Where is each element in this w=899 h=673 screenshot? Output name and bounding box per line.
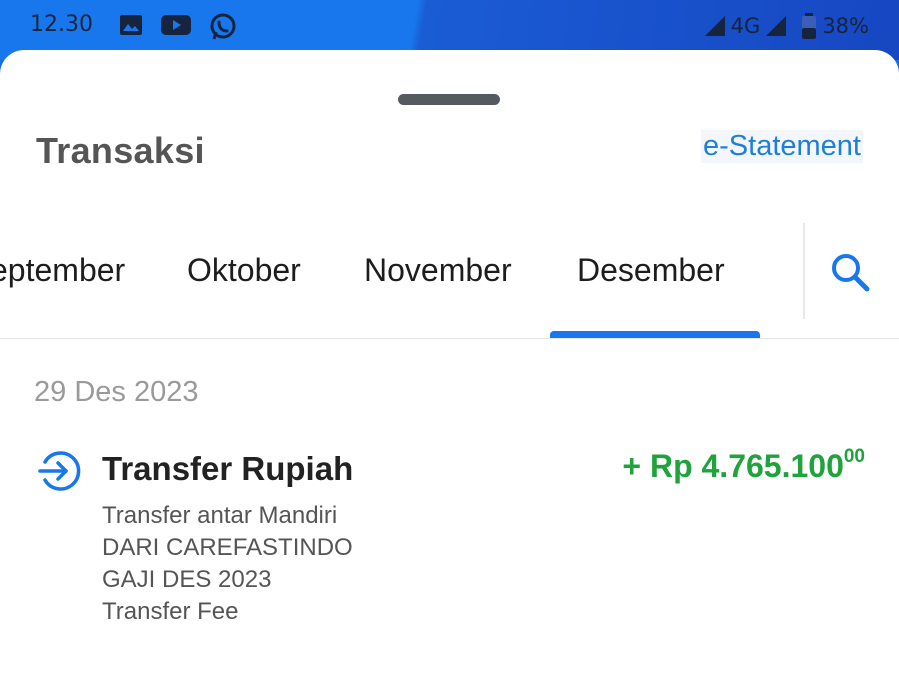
estatement-link[interactable]: e-Statement	[701, 130, 863, 163]
tabs-divider	[803, 223, 805, 319]
youtube-icon	[161, 15, 191, 35]
transaction-amount: + Rp 4.765.10000	[622, 446, 865, 485]
battery-label: 38%	[822, 14, 869, 38]
transaction-details: Transfer antar Mandiri DARI CAREFASTINDO…	[102, 500, 353, 628]
transactions-sheet: Transaksi e-Statement eptember Oktober N…	[0, 50, 899, 673]
signal-icon	[704, 16, 725, 36]
tab-oktober[interactable]: Oktober	[187, 252, 301, 289]
amount-main: + Rp 4.765.100	[622, 448, 844, 484]
tabs-separator	[0, 338, 899, 339]
detail-line: GAJI DES 2023	[102, 566, 272, 593]
tab-september[interactable]: eptember	[0, 252, 125, 289]
date-header: 29 Des 2023	[34, 376, 199, 408]
transaction-title[interactable]: Transfer Rupiah	[102, 450, 353, 488]
battery-icon	[802, 13, 817, 39]
whatsapp-icon	[210, 13, 236, 40]
image-icon	[120, 15, 142, 35]
detail-line: DARI CAREFASTINDO	[102, 534, 353, 561]
tab-desember[interactable]: Desember	[577, 252, 725, 289]
signal-icon-2	[766, 16, 787, 36]
status-right: 4G 38%	[703, 12, 869, 40]
page-title: Transaksi	[36, 130, 205, 171]
drag-handle[interactable]	[398, 94, 500, 105]
search-icon[interactable]	[826, 248, 874, 296]
status-time: 12.30	[30, 12, 93, 37]
month-tabs: eptember Oktober November Desember	[0, 220, 803, 340]
detail-line: Transfer Fee	[102, 598, 239, 625]
incoming-transfer-icon	[38, 451, 81, 491]
network-label: 4G	[730, 14, 761, 38]
amount-cents: 00	[843, 446, 865, 467]
tab-november[interactable]: November	[364, 252, 512, 289]
detail-line: Transfer antar Mandiri	[102, 502, 338, 529]
